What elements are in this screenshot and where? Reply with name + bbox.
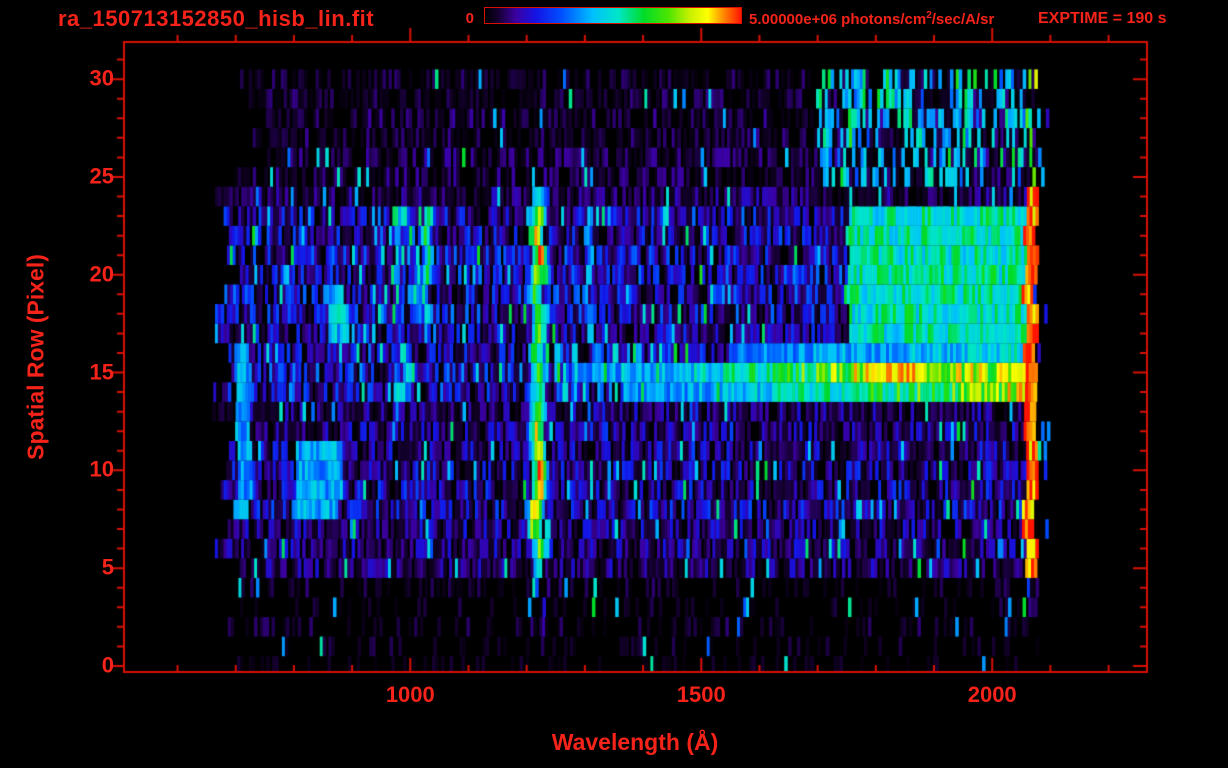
colorbar-gradient <box>485 8 741 23</box>
spectral-image-window: { "header": { "title": "ra_150713152850_… <box>0 0 1228 768</box>
x-tick-label-1000: 1000 <box>385 682 435 707</box>
exptime-label: EXPTIME = 190 s <box>1038 10 1167 27</box>
y-tick-label-20: 20 <box>89 261 114 287</box>
colorbar-max-value: 5.00000e+06 photons/cm <box>749 11 927 28</box>
y-axis-title: Spatial Row (Pixel) <box>22 254 49 460</box>
y-tick-label-30: 30 <box>89 65 114 91</box>
file-title: ra_150713152850_hisb_lin.fit <box>58 6 375 31</box>
colorbar-max-units: /sec/A/sr <box>931 11 995 28</box>
x-tick-label-1500: 1500 <box>676 682 726 707</box>
x-axis-title: Wavelength (Å) <box>551 729 719 755</box>
y-tick-label-15: 15 <box>89 359 114 385</box>
y-tick-label-10: 10 <box>89 456 114 482</box>
y-tick-label-25: 25 <box>89 163 114 189</box>
y-tick-label-5: 5 <box>101 554 114 580</box>
colorbar-max-label: 5.00000e+06 photons/cm2/sec/A/sr <box>749 10 994 28</box>
colorbar <box>484 7 742 24</box>
colorbar-min-label: 0 <box>465 10 474 27</box>
x-tick-label-2000: 2000 <box>967 682 1017 707</box>
spectrogram-canvas <box>0 0 1228 768</box>
y-tick-label-0: 0 <box>101 652 114 678</box>
